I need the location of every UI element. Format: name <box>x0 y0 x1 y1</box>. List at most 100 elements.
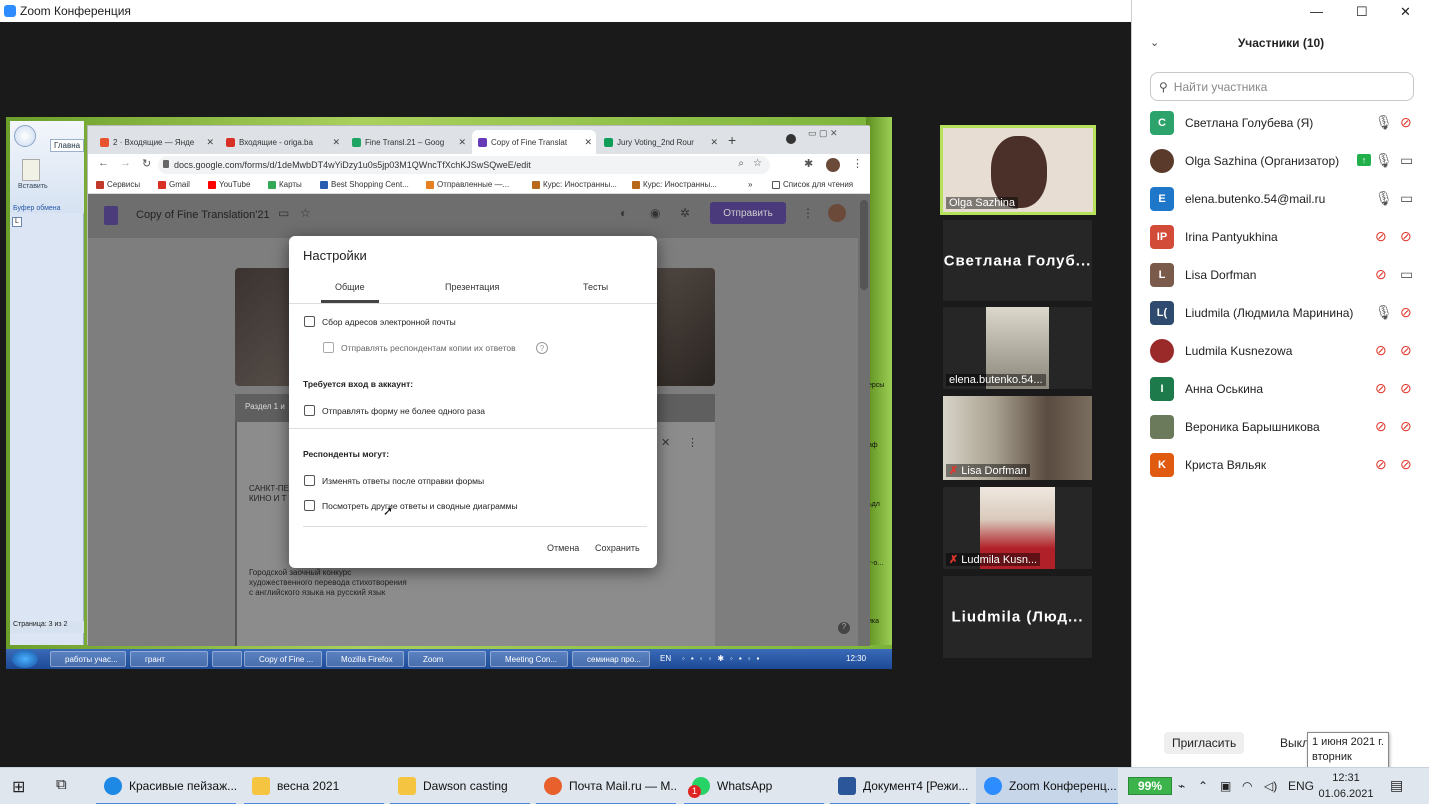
send-copy-checkbox[interactable] <box>323 342 334 353</box>
video-tile[interactable]: ✗ Lisa Dorfman <box>943 396 1092 480</box>
palette-icon[interactable]: ◐ <box>620 206 627 220</box>
video-off-icon[interactable]: ⊘ <box>1400 342 1412 359</box>
settings-gear-icon[interactable]: ✲ <box>680 206 690 220</box>
close-icon[interactable]: ✕ <box>1400 4 1411 20</box>
participant-row[interactable]: Ludmila Kusnezowa ⊘ ⊘ <box>1132 332 1429 370</box>
minimize-icon[interactable]: — <box>1310 4 1323 19</box>
taskbar-item[interactable]: весна 2021 <box>244 768 384 804</box>
office-button-icon[interactable] <box>14 125 36 147</box>
bookmark-star-icon[interactable]: ☆ <box>753 158 762 169</box>
more-menu-icon[interactable]: ⋮ <box>687 436 698 449</box>
browser-tab[interactable]: Fine Transl.21 – Goog ✕ <box>346 130 470 154</box>
taskbar-item[interactable]: 1 WhatsApp <box>684 768 824 804</box>
ruler-tab-icon[interactable]: L <box>12 217 22 227</box>
wifi-icon[interactable]: ◠ <box>1242 779 1252 793</box>
see-summary-checkbox[interactable] <box>304 500 315 511</box>
save-button[interactable]: Сохранить <box>595 543 640 553</box>
language-indicator[interactable]: ENG <box>1288 779 1314 793</box>
star-icon[interactable]: ☆ <box>300 206 311 220</box>
battery-indicator[interactable]: 99% <box>1128 777 1172 795</box>
reading-list[interactable]: Список для чтения <box>772 180 853 189</box>
close-tab-icon[interactable]: ✕ <box>332 137 340 148</box>
back-icon[interactable]: ← <box>98 157 109 169</box>
preview-eye-icon[interactable]: ◉ <box>650 206 660 220</box>
avatar[interactable] <box>828 204 846 222</box>
microphone-muted-icon[interactable]: ⊘ <box>1375 456 1387 473</box>
participant-row[interactable]: L( Liudmila (Людмила Маринина) 🎙 ⊘ <box>1132 294 1429 332</box>
bookmark-item[interactable]: Курс: Иностранны... <box>532 180 617 189</box>
video-tile[interactable]: ✗ Ludmila Kusn... <box>943 487 1092 569</box>
task-view-icon[interactable]: ⧉ <box>56 776 67 793</box>
video-camera-icon[interactable]: ▭ <box>1400 190 1413 207</box>
browser-tab[interactable]: Jury Voting_2nd Rour ✕ <box>598 130 722 154</box>
video-camera-icon[interactable]: ▭ <box>1400 266 1413 283</box>
microphone-icon[interactable]: 🎙 <box>1375 190 1393 207</box>
collapse-icon[interactable]: ✕ <box>661 436 670 449</box>
form-title[interactable]: Copy of Fine Translation'21 <box>136 209 270 221</box>
taskbar-item-active[interactable]: Zoom Конференц... <box>976 768 1118 804</box>
window-controls-icon[interactable]: ▭ ▢ ✕ <box>808 128 838 139</box>
browser-tab[interactable]: 2 · Входящие — Янде ✕ <box>94 130 218 154</box>
microphone-icon[interactable]: 🎙 <box>1375 114 1393 131</box>
close-tab-icon[interactable]: ✕ <box>458 137 466 148</box>
microphone-muted-icon[interactable]: ⊘ <box>1375 342 1387 359</box>
notifications-icon[interactable]: ▤ <box>1390 777 1403 794</box>
remote-task-item[interactable]: грант <box>130 651 208 667</box>
remote-task-item[interactable]: Zoom <box>408 651 486 667</box>
zoom-lens-icon[interactable]: ⌕ <box>738 158 744 169</box>
taskbar-item[interactable]: Dawson casting <box>390 768 530 804</box>
remote-task-item[interactable]: семинар про... <box>572 651 650 667</box>
device-icon[interactable]: ▣ <box>1220 779 1231 793</box>
maximize-icon[interactable]: ☐ <box>1356 4 1368 20</box>
chevron-up-icon[interactable]: ⌃ <box>1198 779 1208 793</box>
microphone-muted-icon[interactable]: ⊘ <box>1375 228 1387 245</box>
more-bookmarks-icon[interactable]: » <box>748 180 752 189</box>
video-off-icon[interactable]: ⊘ <box>1400 304 1412 321</box>
power-plug-icon[interactable]: ⌁ <box>1178 779 1185 793</box>
scrollbar-thumb[interactable] <box>860 200 868 290</box>
participant-row[interactable]: I Анна Оськина ⊘ ⊘ <box>1132 370 1429 408</box>
participant-row[interactable]: K Криста Вяльяк ⊘ ⊘ <box>1132 446 1429 484</box>
search-input[interactable]: ⚲ Найти участника <box>1150 72 1414 101</box>
menu-dots-icon[interactable]: ⋮ <box>852 157 863 170</box>
tab-presentation[interactable]: Презентация <box>445 282 499 292</box>
bookmark-item[interactable]: Курс: Иностранны... <box>632 180 717 189</box>
tab-quizzes[interactable]: Тесты <box>583 282 608 292</box>
browser-tab[interactable]: Входящие - origa.ba ✕ <box>220 130 344 154</box>
taskbar-item[interactable]: Почта Mail.ru — M... <box>536 768 676 804</box>
remote-task-item[interactable]: работы учас... <box>50 651 126 667</box>
windows-start-icon[interactable]: ⊞ <box>12 777 25 797</box>
video-tile[interactable]: Liudmila (Люд... <box>943 576 1092 658</box>
close-tab-icon[interactable]: ✕ <box>584 137 592 148</box>
video-camera-icon[interactable]: ▭ <box>1400 152 1413 169</box>
new-tab-icon[interactable]: + <box>728 132 736 148</box>
send-button[interactable]: Отправить <box>710 202 786 224</box>
reload-icon[interactable]: ↻ <box>142 157 151 170</box>
bookmark-item[interactable]: Best Shopping Cent... <box>320 180 409 189</box>
bookmark-item[interactable]: Gmail <box>158 180 190 189</box>
remote-task-item[interactable] <box>212 651 242 667</box>
participant-row[interactable]: Olga Sazhina (Организатор) ↑ 🎙 ▭ <box>1132 142 1429 180</box>
help-icon[interactable]: ? <box>536 342 548 354</box>
help-icon[interactable]: ? <box>838 622 850 634</box>
forward-icon[interactable]: → <box>120 157 131 169</box>
participant-row[interactable]: IP Irina Pantyukhina ⊘ ⊘ <box>1132 218 1429 256</box>
video-off-icon[interactable]: ⊘ <box>1400 418 1412 435</box>
participant-row[interactable]: E elena.butenko.54@mail.ru 🎙 ▭ <box>1132 180 1429 218</box>
system-clock[interactable]: 12:31 01.06.2021 <box>1316 770 1376 802</box>
collect-email-checkbox[interactable] <box>304 316 315 327</box>
cancel-button[interactable]: Отмена <box>547 543 579 553</box>
participant-row[interactable]: Вероника Барышникова ⊘ ⊘ <box>1132 408 1429 446</box>
close-tab-icon[interactable]: ✕ <box>206 137 214 148</box>
paste-icon[interactable] <box>22 159 40 181</box>
taskbar-item[interactable]: Красивые пейзаж... <box>96 768 236 804</box>
tab-search-icon[interactable] <box>786 134 796 144</box>
video-off-icon[interactable]: ⊘ <box>1400 114 1412 131</box>
browser-tab-active[interactable]: Copy of Fine Translat ✕ <box>472 130 596 154</box>
folder-icon[interactable]: ▭ <box>278 206 289 220</box>
remote-lang[interactable]: EN <box>660 654 671 663</box>
microphone-icon[interactable]: 🎙 <box>1375 152 1393 169</box>
bookmark-item[interactable]: Карты <box>268 180 302 189</box>
close-tab-icon[interactable]: ✕ <box>710 137 718 148</box>
invite-button[interactable]: Пригласить <box>1164 732 1245 754</box>
